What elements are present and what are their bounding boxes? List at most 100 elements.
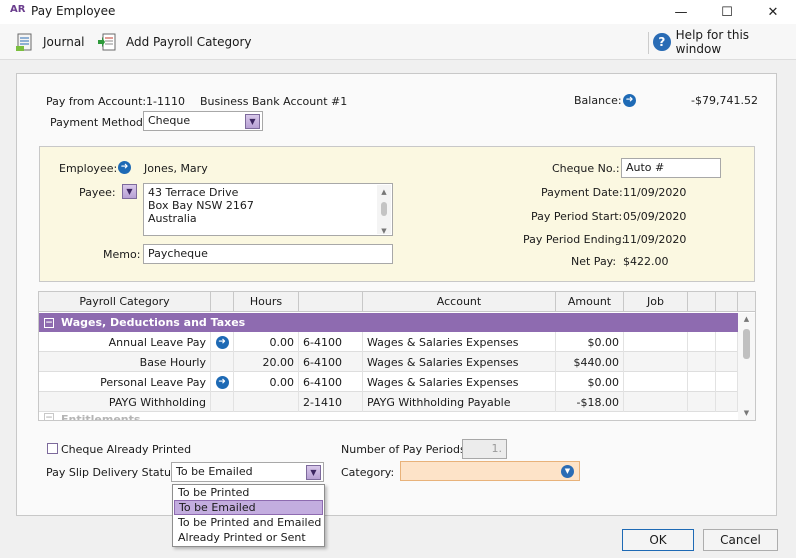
payment-date-value[interactable]: 11/09/2020 — [623, 186, 686, 199]
row-detail-cell — [211, 392, 234, 412]
row-job[interactable] — [624, 352, 688, 372]
help-icon: ? — [653, 33, 671, 51]
payee-address-field[interactable]: 43 Terrace Drive Box Bay NSW 2167 Austra… — [143, 183, 393, 236]
row-amount[interactable]: $0.00 — [556, 372, 624, 392]
cancel-button[interactable]: Cancel — [703, 529, 778, 551]
grid-scrollbar[interactable]: ▲ ▼ — [738, 313, 755, 420]
balance-detail-arrow-icon[interactable]: ➜ — [623, 94, 636, 107]
help-button[interactable]: ? Help for this window — [653, 28, 796, 56]
table-row[interactable]: Base Hourly 20.00 6-4100 Wages & Salarie… — [39, 352, 738, 372]
column-header-amount[interactable]: Amount — [556, 292, 624, 312]
row-detail-cell[interactable]: ➜ — [211, 372, 234, 392]
toolbar-separator — [648, 32, 649, 54]
payroll-grid: Payroll Category Hours Account Amount Jo… — [38, 291, 756, 421]
row-job[interactable] — [624, 372, 688, 392]
scroll-thumb[interactable] — [743, 329, 750, 359]
column-header-payroll-category[interactable]: Payroll Category — [39, 292, 211, 312]
row-hours[interactable]: 0.00 — [234, 332, 299, 352]
payee-label: Payee: — [79, 186, 116, 199]
employee-name: Jones, Mary — [144, 162, 208, 175]
journal-label: Journal — [43, 35, 85, 49]
row-job[interactable] — [624, 332, 688, 352]
pay-period-start-value[interactable]: 05/09/2020 — [623, 210, 686, 223]
address-line-1: 43 Terrace Drive — [148, 186, 239, 199]
delivery-option-to-be-printed[interactable]: To be Printed — [174, 485, 323, 500]
row-category: PAYG Withholding — [57, 392, 211, 412]
collapse-icon[interactable]: − — [44, 413, 54, 420]
table-row[interactable]: Personal Leave Pay ➜ 0.00 6-4100 Wages &… — [39, 372, 738, 392]
delivery-status-select[interactable]: To be Emailed ▼ — [171, 462, 324, 482]
row-job[interactable] — [624, 392, 688, 412]
pay-period-ending-label: Pay Period Ending: — [523, 233, 626, 246]
delivery-status-dropdown-list: To be Printed To be Emailed To be Printe… — [172, 484, 325, 547]
scroll-down-icon[interactable]: ▼ — [738, 409, 755, 417]
row-detail-cell — [211, 352, 234, 372]
pay-period-ending-value[interactable]: 11/09/2020 — [623, 233, 686, 246]
row-account-no[interactable]: 6-4100 — [299, 352, 363, 372]
scroll-up-icon[interactable]: ▲ — [377, 186, 391, 199]
pay-from-label: Pay from Account: — [46, 95, 147, 108]
row-detail-arrow-icon[interactable]: ➜ — [215, 375, 229, 389]
row-detail-arrow-icon[interactable]: ➜ — [215, 335, 229, 349]
row-hours[interactable]: 20.00 — [234, 352, 299, 372]
delivery-option-to-be-emailed[interactable]: To be Emailed — [174, 500, 323, 515]
scroll-down-icon[interactable]: ▼ — [377, 225, 391, 238]
memo-input[interactable]: Paycheque — [143, 244, 393, 264]
table-row[interactable]: Annual Leave Pay ➜ 0.00 6-4100 Wages & S… — [39, 332, 738, 352]
group-header-entitlements[interactable]: − Entitlements — [39, 413, 738, 421]
num-pay-periods-input[interactable]: 1. — [462, 439, 507, 459]
add-document-icon — [98, 32, 118, 52]
column-header-account[interactable]: Account — [363, 292, 556, 312]
delivery-status-label: Pay Slip Delivery Status: — [46, 466, 181, 479]
row-amount[interactable]: -$18.00 — [556, 392, 624, 412]
column-header-hours[interactable]: Hours — [234, 292, 299, 312]
num-pay-periods-label: Number of Pay Periods: — [341, 443, 470, 456]
row-account: PAYG Withholding Payable — [363, 392, 556, 412]
journal-button[interactable]: Journal — [15, 32, 85, 52]
delivery-option-printed-and-emailed[interactable]: To be Printed and Emailed — [174, 515, 323, 530]
payee-dropdown-icon[interactable]: ▼ — [122, 184, 137, 199]
row-account-no[interactable]: 6-4100 — [299, 332, 363, 352]
payment-method-value: Cheque — [148, 114, 191, 127]
table-row[interactable]: PAYG Withholding 2-1410 PAYG Withholding… — [39, 392, 738, 412]
app-logo: AR — [10, 4, 26, 15]
column-header-job[interactable]: Job — [624, 292, 688, 312]
row-amount[interactable]: $0.00 — [556, 332, 624, 352]
scroll-up-icon[interactable]: ▲ — [738, 315, 755, 323]
pay-period-start-label: Pay Period Start: — [531, 210, 623, 223]
partial-group-label: Entitlements — [61, 413, 141, 421]
cheque-no-input[interactable]: Auto # — [621, 158, 721, 178]
employee-detail-arrow-icon[interactable]: ➜ — [118, 161, 131, 174]
payment-date-label: Payment Date: — [541, 186, 623, 199]
category-select[interactable]: ▼ — [400, 461, 580, 481]
row-account: Wages & Salaries Expenses — [363, 332, 556, 352]
row-extra-1 — [688, 372, 716, 392]
cheque-printed-label[interactable]: Cheque Already Printed — [61, 443, 191, 456]
column-header-scroll — [738, 292, 755, 312]
ok-button[interactable]: OK — [622, 529, 694, 551]
window-title: Pay Employee — [31, 4, 116, 18]
payment-method-select[interactable]: Cheque ▼ — [143, 111, 263, 131]
delivery-option-already-printed[interactable]: Already Printed or Sent — [174, 530, 323, 545]
row-detail-cell[interactable]: ➜ — [211, 332, 234, 352]
address-scrollbar[interactable]: ▲ ▼ — [377, 185, 391, 235]
close-button[interactable]: ✕ — [750, 0, 796, 24]
balance-value: -$79,741.52 — [691, 94, 758, 107]
add-payroll-category-button[interactable]: Add Payroll Category — [98, 32, 252, 52]
minimize-button[interactable]: — — [658, 0, 704, 24]
row-account-no[interactable]: 6-4100 — [299, 372, 363, 392]
collapse-icon[interactable]: − — [44, 317, 54, 328]
scroll-thumb[interactable] — [381, 202, 387, 216]
row-account-no[interactable]: 2-1410 — [299, 392, 363, 412]
cheque-printed-checkbox[interactable] — [47, 443, 58, 454]
group-header-wages[interactable]: − Wages, Deductions and Taxes — [39, 313, 738, 332]
row-hours[interactable] — [234, 392, 299, 412]
row-hours[interactable]: 0.00 — [234, 372, 299, 392]
row-extra-1 — [688, 392, 716, 412]
row-amount[interactable]: $440.00 — [556, 352, 624, 372]
group-label: Wages, Deductions and Taxes — [61, 316, 246, 329]
row-account: Wages & Salaries Expenses — [363, 372, 556, 392]
help-label: Help for this window — [675, 28, 750, 56]
employee-label: Employee: — [59, 162, 118, 175]
maximize-button[interactable]: ☐ — [704, 0, 750, 24]
